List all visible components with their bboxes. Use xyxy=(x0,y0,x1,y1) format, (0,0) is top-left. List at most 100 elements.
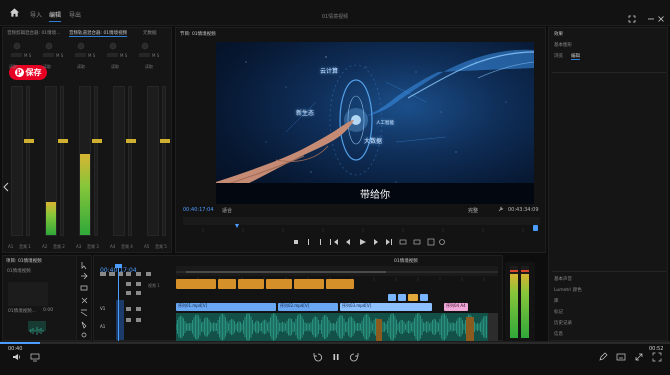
clip[interactable] xyxy=(294,279,324,289)
channel-fader[interactable] xyxy=(160,86,170,236)
channel-label-a2: A2 xyxy=(42,244,48,249)
meter-right xyxy=(521,266,529,338)
program-timecode[interactable]: 00:40:17:04 xyxy=(183,207,214,213)
chevron-left-icon[interactable] xyxy=(3,182,9,192)
clip[interactable] xyxy=(398,294,406,301)
tab-browse[interactable]: 浏览 xyxy=(554,53,563,59)
clip[interactable] xyxy=(266,279,292,289)
clip-sequence-04[interactable]: 序列04 A4 xyxy=(444,303,468,311)
channel-fader[interactable] xyxy=(126,86,136,236)
history-item[interactable]: 历史记录 xyxy=(554,320,572,326)
clip-label: 序列04 A4 xyxy=(446,303,466,308)
svg-text:V1: V1 xyxy=(100,306,106,311)
expand-icon[interactable] xyxy=(634,352,644,362)
clip-label: 序列01.mp4[V] xyxy=(178,303,208,308)
clip[interactable] xyxy=(238,279,264,289)
clip-sequence-01[interactable]: 序列01.mp4[V] xyxy=(176,303,276,311)
fader-knob[interactable] xyxy=(160,139,170,143)
video-subtitle: 带给你 xyxy=(360,190,390,201)
tab-edit-graphics[interactable]: 编辑 xyxy=(571,53,580,60)
tab-track-mixer[interactable]: 音频轨道混合器: 01情境视频 xyxy=(69,30,128,37)
channel-fader[interactable] xyxy=(58,86,68,236)
info-item[interactable]: 信息 xyxy=(554,331,563,337)
rewind-icon[interactable] xyxy=(313,352,323,362)
lumetri-color-item[interactable]: Lumetri 颜色 xyxy=(554,287,582,293)
libraries-item[interactable]: 库 xyxy=(554,298,559,304)
video-word-cloud: 云计算 xyxy=(320,68,339,75)
tools-panel xyxy=(76,255,92,341)
channel-fader[interactable] xyxy=(24,86,34,236)
clip-label: 序列03.mp4[V] xyxy=(342,303,372,308)
pause-icon[interactable] xyxy=(331,352,341,362)
screen-icon[interactable] xyxy=(30,352,40,362)
channel-label-a5: A5 xyxy=(144,244,150,249)
playhead-handle[interactable] xyxy=(115,264,122,268)
project-item-thumbnail[interactable] xyxy=(8,282,48,306)
fit-dropdown[interactable]: 适合 xyxy=(222,207,232,214)
tab-metadata[interactable]: 元数据 xyxy=(143,30,157,36)
fader-knob[interactable] xyxy=(92,139,102,143)
svg-text:M S: M S xyxy=(88,53,96,58)
channel-name-a4: 音频 4 xyxy=(121,244,133,249)
clip[interactable] xyxy=(218,279,236,289)
track-v2 xyxy=(176,279,498,289)
caption-icon[interactable] xyxy=(616,352,626,362)
channel-label-a3: A3 xyxy=(76,244,82,249)
subtitle-bar: 带给你 xyxy=(216,183,534,204)
tab-effects[interactable]: 效果 xyxy=(554,31,563,37)
track-headers: V1 A1 视频 1 xyxy=(96,270,176,341)
tab-clip-mixer[interactable]: 音频剪辑混合器: 01情境... xyxy=(7,30,60,36)
track-a1[interactable] xyxy=(175,313,498,341)
close-icon[interactable] xyxy=(657,15,665,23)
svg-text:M S: M S xyxy=(152,53,160,58)
clip[interactable] xyxy=(176,279,216,289)
more-icon[interactable] xyxy=(647,15,655,23)
marker-icon xyxy=(294,240,298,244)
clip[interactable] xyxy=(326,279,354,289)
channel-meter-fill xyxy=(46,202,56,235)
channel-meter xyxy=(147,86,159,236)
save-label: 保存 xyxy=(25,68,42,77)
fader-knob[interactable] xyxy=(58,139,68,143)
project-tab[interactable]: 项目: 01情境视频 xyxy=(6,258,42,264)
automation-read-label[interactable]: 读取 xyxy=(9,64,17,70)
automation-read-label[interactable]: 读取 xyxy=(111,64,119,70)
forward-icon[interactable] xyxy=(349,352,359,362)
program-video-frame[interactable]: 大数据 新生态 云计算 人工智能 xyxy=(216,42,534,204)
pen-icon[interactable] xyxy=(598,352,608,362)
wrench-icon[interactable] xyxy=(498,206,504,212)
markers-item[interactable]: 标记 xyxy=(554,309,563,315)
channel-fader[interactable] xyxy=(92,86,102,236)
channel-name-a2: 音频 2 xyxy=(53,244,65,249)
automation-read-label[interactable]: 读取 xyxy=(145,64,153,70)
program-scrub-bar[interactable] xyxy=(183,217,540,232)
svg-text:M S: M S xyxy=(120,53,128,58)
automation-read-label[interactable]: 读取 xyxy=(43,64,51,70)
quality-dropdown[interactable]: 完整 xyxy=(468,207,478,214)
clip-label: 序列02.mp4[V] xyxy=(280,303,310,308)
clip-sequence-03[interactable]: 序列03.mp4[V] xyxy=(340,303,432,311)
fullscreen-icon[interactable] xyxy=(628,15,636,23)
clip-sequence-02[interactable]: 序列02.mp4[V] xyxy=(278,303,338,311)
fader-knob[interactable] xyxy=(126,139,136,143)
audio-thumbnail[interactable] xyxy=(28,321,46,335)
fader-knob[interactable] xyxy=(24,139,34,143)
right-panel: 效果 基本图形 浏览 编辑 基本声音 Lumetri 颜色 库 标记 历史记录 … xyxy=(548,27,668,341)
timeline-sequence-tab[interactable]: 01情境视频 xyxy=(394,258,418,264)
clip[interactable] xyxy=(388,294,396,301)
playhead[interactable] xyxy=(118,266,119,341)
clip[interactable] xyxy=(420,294,428,301)
volume-icon[interactable] xyxy=(12,352,22,362)
duration-timecode: 00:43:34:09 xyxy=(508,207,539,213)
timeline-ruler[interactable] xyxy=(175,266,498,281)
progress-track[interactable] xyxy=(0,342,670,344)
essential-sound-item[interactable]: 基本声音 xyxy=(554,276,572,282)
project-bin-tab[interactable]: 01情境视频 xyxy=(7,268,31,274)
essential-graphics-title: 基本图形 xyxy=(554,43,572,48)
channel-meter xyxy=(45,86,57,236)
fullscreen-toggle-icon[interactable] xyxy=(652,352,662,362)
automation-read-label[interactable]: 读取 xyxy=(77,64,85,70)
top-bar: 导入 编辑 导出 01情境视频 xyxy=(0,0,670,26)
video-word-bigdata: 大数据 xyxy=(364,138,383,145)
clip[interactable] xyxy=(408,294,418,301)
